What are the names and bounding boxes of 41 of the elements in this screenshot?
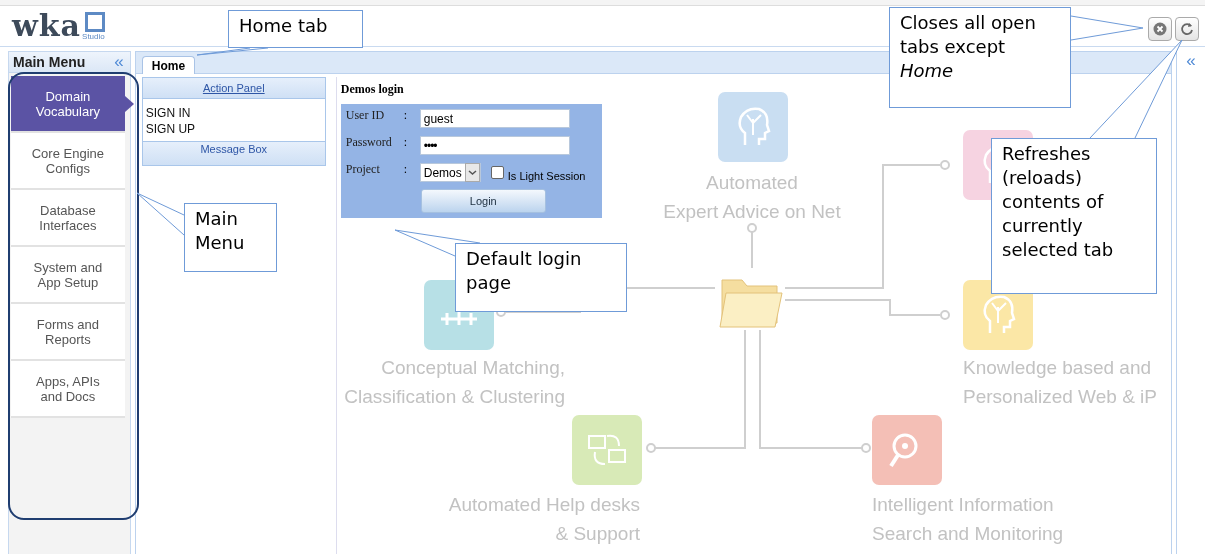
callout-note: Default login page	[455, 243, 627, 312]
field-label: Project	[345, 162, 381, 177]
callout-note: Main Menu	[184, 203, 277, 272]
menu-item[interactable]: System and App Setup	[11, 247, 125, 304]
close-all-tabs-button[interactable]	[1148, 17, 1172, 41]
menu-item[interactable]: Forms and Reports	[11, 304, 125, 361]
wka-studio-logo: wka Studio	[12, 11, 105, 41]
expand-button[interactable]: «	[1184, 51, 1198, 71]
field-label: Password	[345, 135, 393, 150]
action-link[interactable]: SIGN UP	[145, 121, 196, 137]
feature-label: Knowledge based and Personalized Web & iP	[963, 356, 1157, 409]
message-box-header: Message Box	[141, 141, 326, 166]
feature-label: Automated Expert Advice on Net	[663, 171, 841, 224]
refresh-icon	[1180, 22, 1194, 36]
refresh-tab-button[interactable]	[1175, 17, 1199, 41]
close-icon	[1153, 22, 1167, 36]
colon-separator: :	[403, 135, 409, 150]
menu-item[interactable]: Core Engine Configs	[11, 133, 125, 190]
action-panel-link[interactable]: Action Panel	[141, 77, 326, 99]
callout-note: Closes all open tabs except Home	[889, 7, 1071, 108]
action-link[interactable]: SIGN IN	[145, 105, 191, 121]
feature-label: Conceptual Matching, Classification & Clustering	[344, 356, 565, 409]
feature-label: Intelligent Information Search and Monitoring	[872, 493, 1064, 546]
menu-item[interactable]: Apps, APIs and Docs	[11, 361, 125, 418]
checkbox-label: Is Light Session	[507, 169, 586, 182]
login-title: Demos login	[340, 82, 405, 97]
menu-item[interactable]: Database Interfaces	[11, 190, 125, 247]
colon-separator: :	[403, 162, 409, 177]
connector-line	[746, 222, 758, 269]
project-dropdown[interactable]: Demos	[419, 163, 481, 182]
login-button[interactable]: Login	[420, 189, 546, 213]
callout-note: Refreshes (reloads) contents of currently selected tab	[991, 138, 1157, 294]
light-session-checkbox[interactable]	[490, 166, 504, 179]
colon-separator: :	[403, 108, 409, 123]
feature-label: Automated Help desks & Support	[448, 493, 640, 546]
main-menu-title: Main Menu	[13, 54, 86, 70]
user-id-field[interactable]: guest	[419, 109, 570, 128]
dropdown-caret-icon	[464, 163, 480, 182]
field-label: User ID	[345, 108, 386, 123]
password-field[interactable]: ••••	[419, 136, 570, 155]
home-tab[interactable]: Home	[141, 56, 196, 74]
